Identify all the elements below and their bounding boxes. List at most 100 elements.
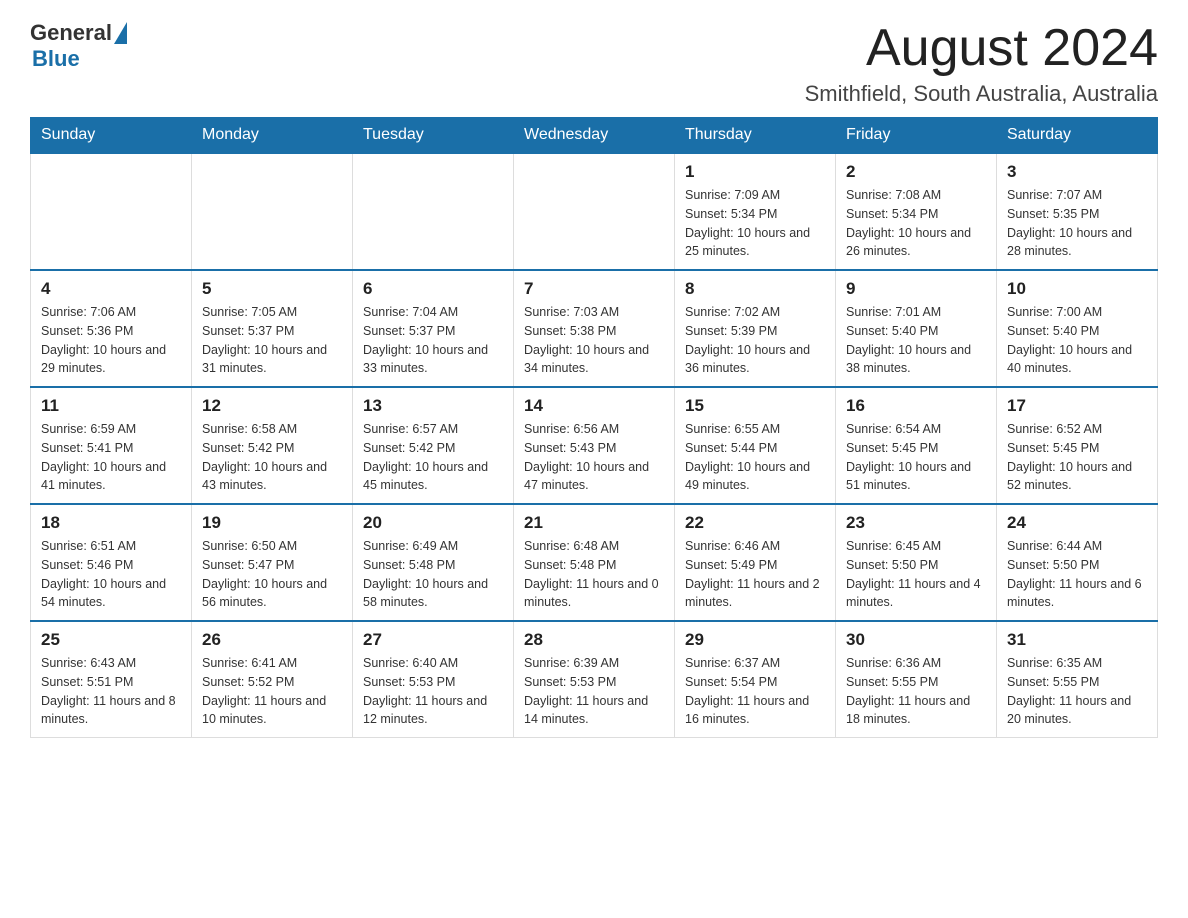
- day-info: Sunrise: 6:52 AM Sunset: 5:45 PM Dayligh…: [1007, 420, 1147, 495]
- logo: General Blue: [30, 20, 129, 72]
- day-info: Sunrise: 6:44 AM Sunset: 5:50 PM Dayligh…: [1007, 537, 1147, 612]
- calendar-cell: 25 Sunrise: 6:43 AM Sunset: 5:51 PM Dayli…: [31, 621, 192, 738]
- calendar-cell: 9Sunrise: 7:01 AM Sunset: 5:40 PM Daylig…: [836, 270, 997, 387]
- calendar-header-monday: Monday: [192, 118, 353, 154]
- calendar-cell: 23 Sunrise: 6:45 AM Sunset: 5:50 PM Dayli…: [836, 504, 997, 621]
- day-number: 8: [685, 279, 825, 299]
- calendar-cell: 3 Sunrise: 7:07 AM Sunset: 5:35 PM Daylig…: [997, 153, 1158, 270]
- calendar-cell: 26 Sunrise: 6:41 AM Sunset: 5:52 PM Dayli…: [192, 621, 353, 738]
- calendar-week-row: 25 Sunrise: 6:43 AM Sunset: 5:51 PM Dayli…: [31, 621, 1158, 738]
- day-number: 6: [363, 279, 503, 299]
- day-info: Sunrise: 6:43 AM Sunset: 5:51 PM Dayligh…: [41, 654, 181, 729]
- day-info: Sunrise: 6:58 AM Sunset: 5:42 PM Dayligh…: [202, 420, 342, 495]
- calendar-cell: 10Sunrise: 7:00 AM Sunset: 5:40 PM Dayli…: [997, 270, 1158, 387]
- calendar-header-wednesday: Wednesday: [514, 118, 675, 154]
- page-subtitle: Smithfield, South Australia, Australia: [805, 81, 1158, 107]
- calendar-cell: 18 Sunrise: 6:51 AM Sunset: 5:46 PM Dayli…: [31, 504, 192, 621]
- calendar-cell: 31 Sunrise: 6:35 AM Sunset: 5:55 PM Dayli…: [997, 621, 1158, 738]
- calendar-cell: 14Sunrise: 6:56 AM Sunset: 5:43 PM Dayli…: [514, 387, 675, 504]
- day-info: Sunrise: 6:45 AM Sunset: 5:50 PM Dayligh…: [846, 537, 986, 612]
- day-info: Sunrise: 6:35 AM Sunset: 5:55 PM Dayligh…: [1007, 654, 1147, 729]
- calendar-cell: 19 Sunrise: 6:50 AM Sunset: 5:47 PM Dayli…: [192, 504, 353, 621]
- day-info: Sunrise: 6:36 AM Sunset: 5:55 PM Dayligh…: [846, 654, 986, 729]
- calendar-cell: [514, 153, 675, 270]
- day-number: 24: [1007, 513, 1147, 533]
- day-info: Sunrise: 7:08 AM Sunset: 5:34 PM Dayligh…: [846, 186, 986, 261]
- day-number: 23: [846, 513, 986, 533]
- calendar-cell: [192, 153, 353, 270]
- page-title: August 2024: [805, 20, 1158, 77]
- day-info: Sunrise: 7:07 AM Sunset: 5:35 PM Dayligh…: [1007, 186, 1147, 261]
- calendar-cell: 5Sunrise: 7:05 AM Sunset: 5:37 PM Daylig…: [192, 270, 353, 387]
- calendar-header-thursday: Thursday: [675, 118, 836, 154]
- day-number: 15: [685, 396, 825, 416]
- day-info: Sunrise: 6:41 AM Sunset: 5:52 PM Dayligh…: [202, 654, 342, 729]
- day-info: Sunrise: 7:04 AM Sunset: 5:37 PM Dayligh…: [363, 303, 503, 378]
- page-header: General Blue August 2024 Smithfield, Sou…: [30, 20, 1158, 107]
- calendar-cell: 13Sunrise: 6:57 AM Sunset: 5:42 PM Dayli…: [353, 387, 514, 504]
- day-number: 27: [363, 630, 503, 650]
- calendar-week-row: 11 Sunrise: 6:59 AM Sunset: 5:41 PM Dayli…: [31, 387, 1158, 504]
- title-block: August 2024 Smithfield, South Australia,…: [805, 20, 1158, 107]
- day-number: 3: [1007, 162, 1147, 182]
- day-info: Sunrise: 6:55 AM Sunset: 5:44 PM Dayligh…: [685, 420, 825, 495]
- day-number: 26: [202, 630, 342, 650]
- day-info: Sunrise: 6:59 AM Sunset: 5:41 PM Dayligh…: [41, 420, 181, 495]
- calendar-cell: 8Sunrise: 7:02 AM Sunset: 5:39 PM Daylig…: [675, 270, 836, 387]
- calendar-cell: 16 Sunrise: 6:54 AM Sunset: 5:45 PM Dayli…: [836, 387, 997, 504]
- day-number: 12: [202, 396, 342, 416]
- day-number: 14: [524, 396, 664, 416]
- day-number: 11: [41, 396, 181, 416]
- calendar-cell: 24 Sunrise: 6:44 AM Sunset: 5:50 PM Dayli…: [997, 504, 1158, 621]
- calendar-header-tuesday: Tuesday: [353, 118, 514, 154]
- day-info: Sunrise: 6:46 AM Sunset: 5:49 PM Dayligh…: [685, 537, 825, 612]
- day-number: 25: [41, 630, 181, 650]
- day-number: 18: [41, 513, 181, 533]
- day-number: 17: [1007, 396, 1147, 416]
- day-info: Sunrise: 7:09 AM Sunset: 5:34 PM Dayligh…: [685, 186, 825, 261]
- calendar-cell: 27Sunrise: 6:40 AM Sunset: 5:53 PM Dayli…: [353, 621, 514, 738]
- day-info: Sunrise: 6:48 AM Sunset: 5:48 PM Dayligh…: [524, 537, 664, 612]
- day-number: 4: [41, 279, 181, 299]
- day-info: Sunrise: 6:57 AM Sunset: 5:42 PM Dayligh…: [363, 420, 503, 495]
- day-info: Sunrise: 7:03 AM Sunset: 5:38 PM Dayligh…: [524, 303, 664, 378]
- calendar-cell: 21 Sunrise: 6:48 AM Sunset: 5:48 PM Dayli…: [514, 504, 675, 621]
- logo-triangle-icon: [114, 22, 127, 44]
- day-number: 22: [685, 513, 825, 533]
- calendar-table: SundayMondayTuesdayWednesdayThursdayFrid…: [30, 117, 1158, 738]
- day-number: 2: [846, 162, 986, 182]
- calendar-cell: [353, 153, 514, 270]
- day-info: Sunrise: 6:51 AM Sunset: 5:46 PM Dayligh…: [41, 537, 181, 612]
- day-number: 21: [524, 513, 664, 533]
- day-info: Sunrise: 6:49 AM Sunset: 5:48 PM Dayligh…: [363, 537, 503, 612]
- day-info: Sunrise: 7:00 AM Sunset: 5:40 PM Dayligh…: [1007, 303, 1147, 378]
- day-info: Sunrise: 6:37 AM Sunset: 5:54 PM Dayligh…: [685, 654, 825, 729]
- calendar-cell: 6 Sunrise: 7:04 AM Sunset: 5:37 PM Daylig…: [353, 270, 514, 387]
- calendar-cell: 29 Sunrise: 6:37 AM Sunset: 5:54 PM Dayli…: [675, 621, 836, 738]
- calendar-cell: 22 Sunrise: 6:46 AM Sunset: 5:49 PM Dayli…: [675, 504, 836, 621]
- day-number: 16: [846, 396, 986, 416]
- calendar-cell: 28Sunrise: 6:39 AM Sunset: 5:53 PM Dayli…: [514, 621, 675, 738]
- calendar-cell: 30 Sunrise: 6:36 AM Sunset: 5:55 PM Dayli…: [836, 621, 997, 738]
- day-number: 19: [202, 513, 342, 533]
- day-number: 30: [846, 630, 986, 650]
- day-number: 29: [685, 630, 825, 650]
- calendar-cell: 12 Sunrise: 6:58 AM Sunset: 5:42 PM Dayli…: [192, 387, 353, 504]
- calendar-cell: 7Sunrise: 7:03 AM Sunset: 5:38 PM Daylig…: [514, 270, 675, 387]
- day-number: 1: [685, 162, 825, 182]
- calendar-cell: 11 Sunrise: 6:59 AM Sunset: 5:41 PM Dayli…: [31, 387, 192, 504]
- day-number: 28: [524, 630, 664, 650]
- calendar-header-sunday: Sunday: [31, 118, 192, 154]
- logo-general-text: General: [30, 20, 112, 46]
- day-info: Sunrise: 7:06 AM Sunset: 5:36 PM Dayligh…: [41, 303, 181, 378]
- calendar-cell: 17 Sunrise: 6:52 AM Sunset: 5:45 PM Dayli…: [997, 387, 1158, 504]
- calendar-cell: [31, 153, 192, 270]
- day-number: 31: [1007, 630, 1147, 650]
- day-info: Sunrise: 6:54 AM Sunset: 5:45 PM Dayligh…: [846, 420, 986, 495]
- day-info: Sunrise: 7:01 AM Sunset: 5:40 PM Dayligh…: [846, 303, 986, 378]
- day-info: Sunrise: 6:50 AM Sunset: 5:47 PM Dayligh…: [202, 537, 342, 612]
- calendar-cell: 4 Sunrise: 7:06 AM Sunset: 5:36 PM Daylig…: [31, 270, 192, 387]
- calendar-cell: 1 Sunrise: 7:09 AM Sunset: 5:34 PM Daylig…: [675, 153, 836, 270]
- calendar-header-row: SundayMondayTuesdayWednesdayThursdayFrid…: [31, 118, 1158, 154]
- calendar-cell: 15 Sunrise: 6:55 AM Sunset: 5:44 PM Dayli…: [675, 387, 836, 504]
